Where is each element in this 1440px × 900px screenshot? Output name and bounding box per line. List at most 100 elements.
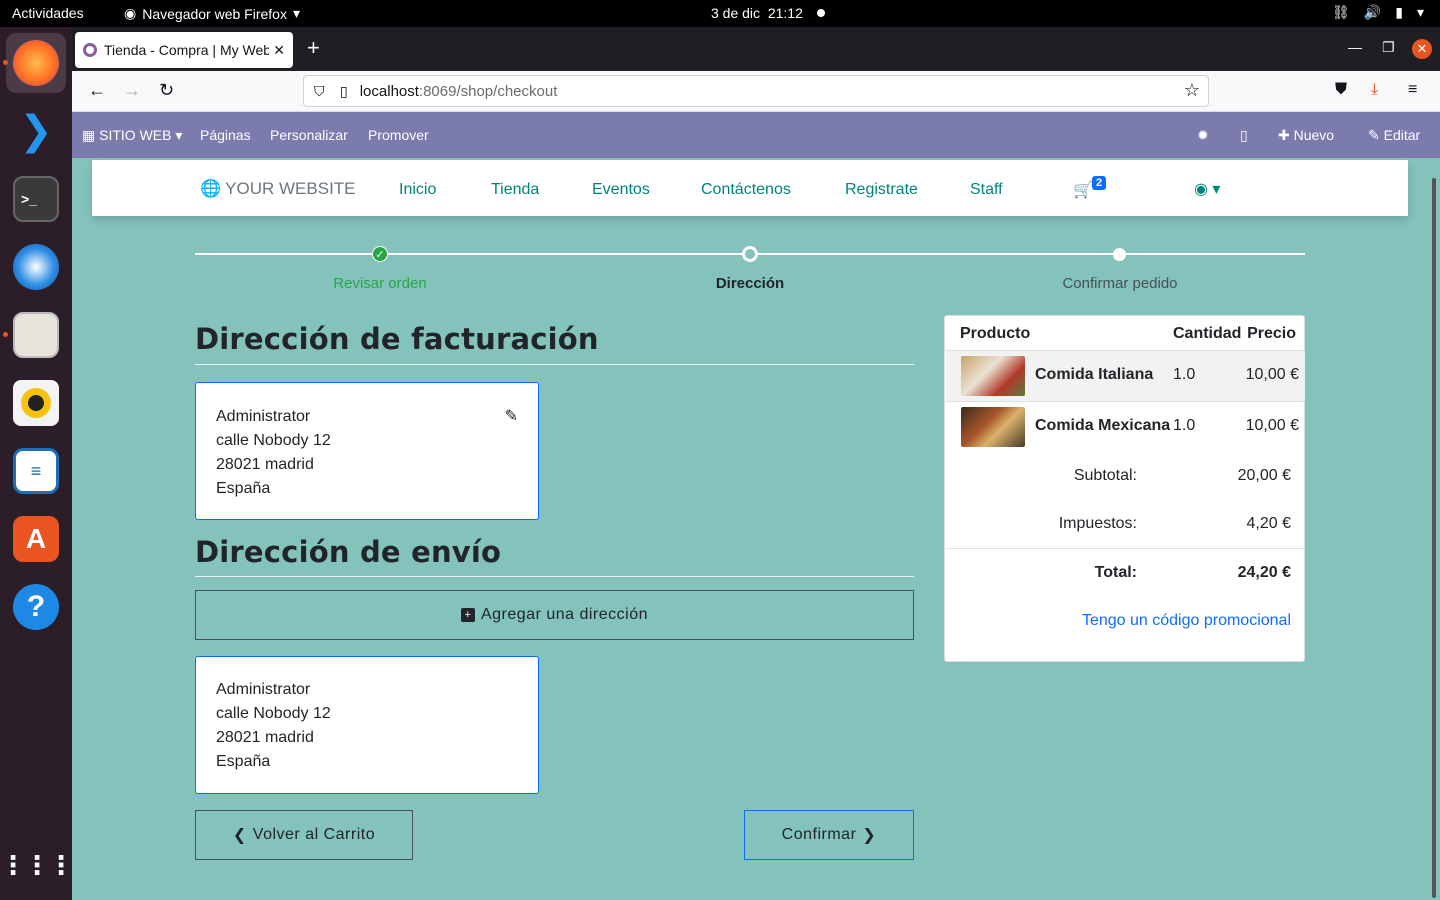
software-center-icon: A: [13, 516, 59, 562]
dock-writer[interactable]: ≡: [6, 441, 66, 501]
nav-staff[interactable]: Staff: [970, 181, 1003, 199]
confirm-button[interactable]: Confirmar ❯: [744, 810, 914, 860]
address-street: calle Nobody 12: [216, 432, 331, 449]
clock-date: 3 de dic: [711, 5, 761, 21]
table-row: Comida Italiana 1.0 10,00 €: [946, 350, 1305, 401]
forward-button[interactable]: →: [123, 80, 141, 101]
edit-button-label: Editar: [1383, 127, 1421, 143]
promo-code-link[interactable]: Tengo un código promocional: [1082, 612, 1291, 630]
firefox-icon: [13, 40, 59, 86]
nav-contactenos[interactable]: Contáctenos: [701, 181, 791, 199]
nav-registrate[interactable]: Registrate: [845, 181, 918, 199]
clock-time: 21:12: [767, 5, 803, 21]
taxes-label: Impuestos:: [1058, 515, 1137, 532]
globe-icon: 🌐: [200, 179, 222, 198]
rhythmbox-icon: [13, 380, 59, 426]
step-address: Dirección: [715, 275, 785, 292]
clock[interactable]: 3 de dic 21:12: [711, 5, 803, 21]
dock-help[interactable]: ?: [6, 577, 66, 637]
col-product: Producto: [960, 325, 1031, 342]
nav-inicio[interactable]: Inicio: [399, 181, 436, 199]
url-bar[interactable]: ⛉ ▯ localhost:8069/shop/checkout ☆: [303, 75, 1209, 107]
dock-rhythmbox[interactable]: [6, 373, 66, 433]
url-host: localhost: [359, 82, 419, 100]
pocket-icon[interactable]: ⛊: [1335, 81, 1347, 99]
browser-tab[interactable]: Tienda - Compra | My Website ✕: [75, 32, 293, 68]
dock-vscode[interactable]: ❯: [6, 101, 66, 161]
maximize-button[interactable]: ❐: [1382, 39, 1395, 56]
shipping-heading: Dirección de envío: [195, 535, 502, 569]
current-step-indicator: [742, 246, 758, 262]
notification-dot: [817, 9, 825, 17]
new-tab-button[interactable]: +: [307, 35, 320, 61]
back-to-cart-label: Volver al Carrito: [252, 826, 376, 843]
check-icon: ✓: [372, 246, 388, 262]
divider: [195, 576, 914, 577]
debug-icon[interactable]: ✹: [1197, 127, 1209, 144]
pages-menu[interactable]: Páginas: [200, 127, 251, 143]
dock: ❯ >_ ≡ A ? ⋮⋮⋮: [0, 27, 74, 900]
product-price: 10,00 €: [1245, 417, 1299, 434]
dock-files[interactable]: [6, 305, 66, 365]
plus-square-icon: +: [460, 608, 475, 622]
shipping-address-card[interactable]: Administrator calle Nobody 12 28021 madr…: [195, 656, 539, 794]
app-menu[interactable]: ◉ Navegador web Firefox ▾: [124, 5, 300, 22]
product-name[interactable]: Comida Mexicana: [1035, 417, 1170, 435]
nav-eventos[interactable]: Eventos: [592, 181, 650, 199]
address-city: 28021 madrid: [216, 456, 314, 473]
divider: [195, 364, 914, 365]
odoo-favicon-icon: [83, 43, 97, 57]
add-address-button[interactable]: + Agregar una dirección: [195, 590, 914, 640]
back-button[interactable]: ←: [88, 80, 106, 101]
running-indicator: [3, 60, 8, 65]
step-review-order[interactable]: Revisar orden: [280, 275, 480, 292]
running-indicator: [3, 332, 8, 337]
page-info-icon: ▯: [340, 82, 348, 99]
dock-software[interactable]: A: [6, 509, 66, 569]
dock-thunderbird[interactable]: [6, 237, 66, 297]
firefox-icon: ◉: [124, 5, 137, 21]
nav-tienda[interactable]: Tienda: [491, 181, 539, 199]
apps-menu[interactable]: ▦ SITIO WEB ▾: [82, 127, 182, 144]
dock-terminal[interactable]: >_: [6, 169, 66, 229]
tab-bar: Tienda - Compra | My Website ✕ + — ❐ ✕: [72, 27, 1440, 71]
help-icon: ?: [13, 584, 59, 630]
activities-button[interactable]: Actividades: [12, 5, 84, 21]
apps-menu-label: SITIO WEB: [99, 127, 172, 143]
confirm-label: Confirmar: [781, 826, 857, 843]
user-menu[interactable]: ◉ ▾: [1194, 179, 1220, 199]
show-apps-button[interactable]: ⋮⋮⋮: [0, 835, 74, 895]
close-tab-icon[interactable]: ✕: [273, 42, 285, 59]
edit-button[interactable]: ✎ Editar: [1368, 127, 1420, 144]
bookmark-star-icon[interactable]: ☆: [1184, 80, 1200, 101]
back-to-cart-button[interactable]: ❮ Volver al Carrito: [195, 810, 413, 860]
mobile-preview-icon[interactable]: ▯: [1240, 127, 1248, 144]
new-button[interactable]: ✚ Nuevo: [1278, 127, 1334, 144]
product-qty: 1.0: [1173, 417, 1196, 434]
close-window-button[interactable]: ✕: [1412, 39, 1432, 59]
cart-icon[interactable]: 🛒: [1073, 180, 1093, 200]
shield-icon: ⛉: [314, 82, 325, 99]
product-qty: 1.0: [1173, 366, 1196, 383]
app-menu-label: Navegador web Firefox: [142, 5, 287, 22]
website-logo[interactable]: 🌐 YOUR WEBSITE: [200, 179, 356, 199]
minimize-button[interactable]: —: [1348, 39, 1362, 55]
total-label: Total:: [1094, 564, 1137, 581]
customize-menu[interactable]: Personalizar: [270, 127, 348, 143]
downloads-icon[interactable]: ⤓: [1371, 81, 1378, 99]
product-name[interactable]: Comida Italiana: [1035, 366, 1153, 384]
menu-icon[interactable]: ≡: [1408, 81, 1417, 99]
system-tray[interactable]: ⛓ 🔊 ▮ ▾: [1332, 4, 1424, 21]
scrollbar[interactable]: [1432, 178, 1436, 898]
table-row: Comida Mexicana 1.0 10,00 €: [946, 401, 1305, 452]
grid-icon: ⋮⋮⋮: [0, 849, 74, 880]
address-country: España: [216, 480, 271, 497]
dock-firefox[interactable]: [6, 33, 66, 93]
promote-menu[interactable]: Promover: [368, 127, 429, 143]
reload-button[interactable]: ↻: [159, 80, 174, 101]
edit-icon[interactable]: ✎: [505, 405, 518, 429]
mexican-food-thumbnail: [961, 407, 1025, 447]
subtotal-label: Subtotal:: [1073, 467, 1137, 484]
billing-address-card[interactable]: Administrator calle Nobody 12 28021 madr…: [195, 382, 539, 520]
chevron-left-icon: ❮: [232, 827, 247, 844]
